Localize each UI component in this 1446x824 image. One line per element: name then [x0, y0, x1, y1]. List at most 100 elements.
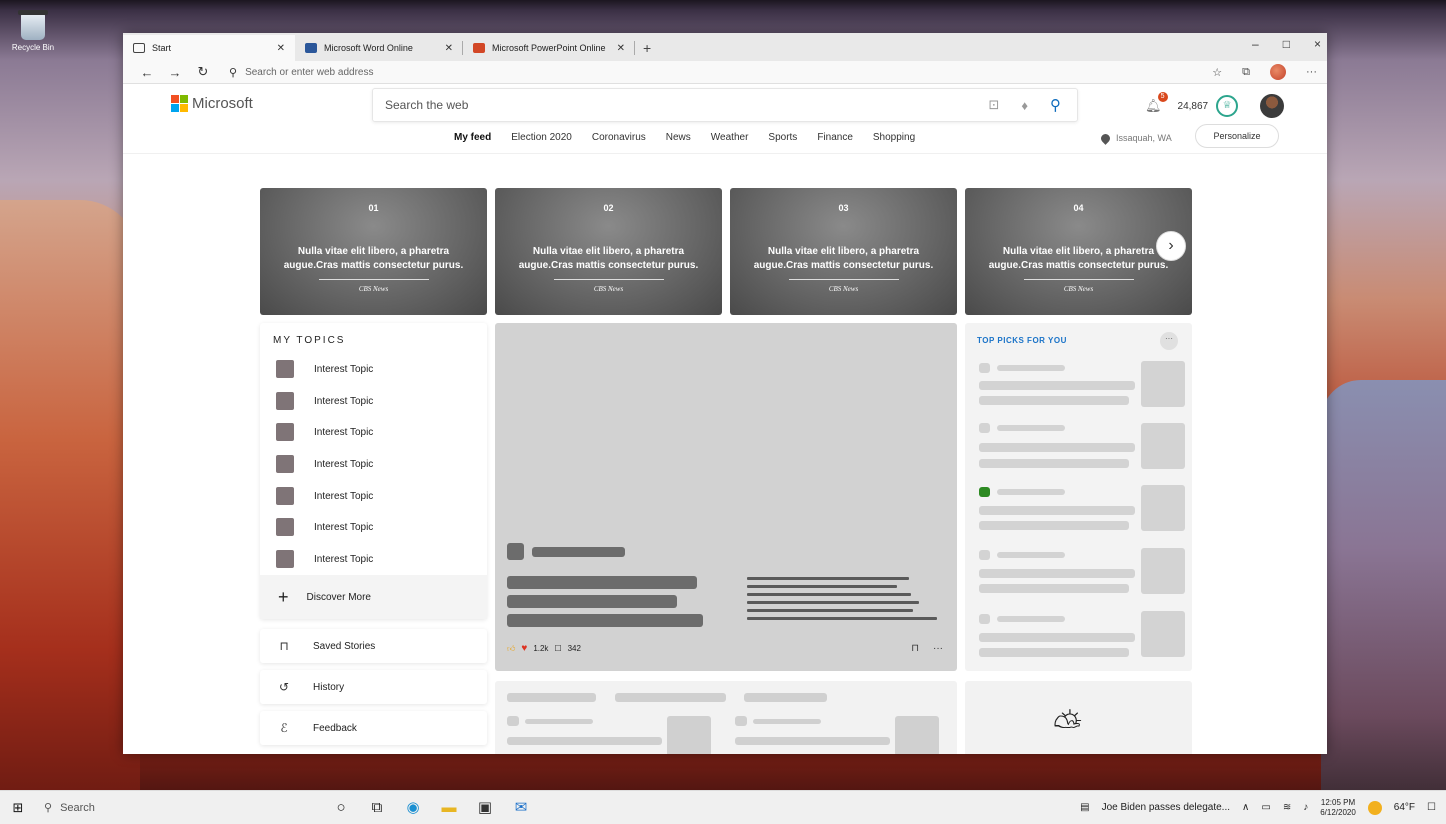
maximize-button[interactable]: □: [1283, 37, 1290, 51]
card-number: 01: [368, 203, 379, 213]
hero-article-card[interactable]: 👍︎ ♥ 1.2k ☐ 342 ⊓ ···: [495, 323, 957, 671]
volume-icon[interactable]: ♪: [1303, 802, 1308, 813]
temperature-label[interactable]: 64°F: [1394, 802, 1415, 813]
search-icon[interactable]: ⚲: [1050, 96, 1061, 114]
carousel-card[interactable]: 02 Nulla vitae elit libero, a pharetra a…: [495, 188, 722, 315]
profile-icon[interactable]: [1270, 64, 1286, 80]
chevron-up-icon[interactable]: ∧: [1242, 802, 1249, 813]
close-icon[interactable]: ✕: [617, 43, 625, 54]
topic-label: Interest Topic: [314, 521, 374, 533]
topic-thumbnail: [276, 487, 294, 505]
close-icon[interactable]: ✕: [445, 43, 453, 54]
topic-label: Interest Topic: [314, 395, 374, 407]
address-input[interactable]: ⚲ Search or enter web address: [229, 66, 373, 79]
microsoft-logo-icon: [171, 95, 188, 112]
saved-stories-button[interactable]: ⊓ Saved Stories: [260, 629, 487, 663]
more-menu-icon[interactable]: ···: [1306, 66, 1317, 78]
nav-item-weather[interactable]: Weather: [711, 132, 749, 143]
tab-start[interactable]: Start ✕: [123, 35, 295, 61]
topic-item[interactable]: Interest Topic: [276, 487, 373, 505]
more-options-icon[interactable]: ···: [1160, 332, 1178, 350]
action-center-icon[interactable]: ☐: [1427, 802, 1436, 813]
web-search-input[interactable]: Search the web ⊡ ♦ ⚲: [372, 88, 1078, 122]
windows-start-icon[interactable]: ⊞: [0, 800, 36, 816]
reaction-count: 1.2k: [533, 644, 549, 653]
tab-word[interactable]: Microsoft Word Online ✕: [295, 35, 463, 61]
feedback-button[interactable]: ℰ Feedback: [260, 711, 487, 745]
cortana-icon[interactable]: ○: [332, 799, 350, 817]
topic-thumbnail: [276, 423, 294, 441]
avatar[interactable]: [1260, 94, 1285, 118]
file-explorer-icon[interactable]: ▬: [440, 799, 458, 817]
topic-item[interactable]: Interest Topic: [276, 423, 373, 441]
search-icon: ⚲: [229, 66, 238, 79]
window-controls: – □ ×: [1252, 37, 1321, 51]
article-card-placeholder[interactable]: [495, 681, 957, 754]
nav-item-my-feed[interactable]: My feed: [454, 132, 491, 143]
hero-actions: ⊓ ···: [911, 643, 943, 654]
history-button[interactable]: ↺ History: [260, 670, 487, 704]
clock[interactable]: 12:05 PM 6/12/2020: [1320, 798, 1356, 818]
store-icon[interactable]: ▣: [476, 799, 494, 817]
carousel-card[interactable]: 01 Nulla vitae elit libero, a pharetra a…: [260, 188, 487, 315]
thumbs-up-icon[interactable]: 👍︎: [507, 644, 515, 654]
microphone-icon[interactable]: ♦: [1021, 98, 1028, 113]
nav-item-election[interactable]: Election 2020: [511, 132, 572, 143]
topic-item[interactable]: Interest Topic: [276, 455, 373, 473]
topic-item[interactable]: Interest Topic: [276, 550, 373, 568]
recycle-bin[interactable]: Recycle Bin: [6, 10, 60, 52]
topic-item[interactable]: Interest Topic: [276, 360, 373, 378]
task-view-icon[interactable]: ⧉: [368, 799, 386, 817]
visual-search-icon[interactable]: ⊡: [988, 97, 999, 113]
minimize-button[interactable]: –: [1252, 37, 1259, 51]
topic-thumbnail: [276, 360, 294, 378]
my-topics-panel: MY TOPICS Interest Topic Interest Topic …: [260, 323, 487, 619]
pick-title-placeholder: [979, 506, 1135, 515]
news-ticker[interactable]: Joe Biden passes delegate...: [1102, 802, 1230, 813]
battery-icon[interactable]: ▭: [1261, 802, 1270, 813]
nav-item-sports[interactable]: Sports: [768, 132, 797, 143]
close-window-button[interactable]: ×: [1314, 37, 1321, 51]
comment-icon[interactable]: ☐: [554, 644, 561, 653]
personalize-button[interactable]: Personalize: [1195, 124, 1279, 148]
placeholder-bar: [753, 719, 821, 724]
weather-sun-icon[interactable]: [1367, 800, 1382, 815]
refresh-icon[interactable]: ↻: [189, 64, 217, 80]
forward-arrow-icon[interactable]: →: [161, 65, 189, 80]
topic-item[interactable]: Interest Topic: [276, 392, 373, 410]
summary-placeholder: [747, 601, 919, 604]
location[interactable]: Issaquah, WA: [1099, 131, 1172, 145]
headline-placeholder: [507, 595, 677, 608]
placeholder-bar: [735, 716, 747, 726]
favorite-star-icon[interactable]: ☆: [1212, 66, 1222, 79]
tab-powerpoint[interactable]: Microsoft PowerPoint Online ✕: [463, 35, 635, 61]
more-options-icon[interactable]: ···: [933, 643, 943, 654]
wifi-icon[interactable]: ≋: [1283, 802, 1291, 813]
topic-thumbnail: [276, 455, 294, 473]
edge-icon[interactable]: ◉: [404, 799, 422, 817]
taskbar-search-input[interactable]: ⚲ Search: [36, 801, 290, 815]
rewards-points[interactable]: 24,867: [1178, 101, 1209, 112]
carousel-next-chevron-icon[interactable]: ›: [1156, 231, 1186, 261]
topic-item[interactable]: Interest Topic: [276, 518, 373, 536]
discover-more-button[interactable]: + Discover More: [260, 575, 487, 619]
heart-icon[interactable]: ♥: [521, 643, 527, 654]
date-label: 6/12/2020: [1320, 807, 1356, 817]
nav-item-news[interactable]: News: [666, 132, 691, 143]
microsoft-logo[interactable]: Microsoft: [171, 95, 253, 112]
notifications-bell-icon[interactable]: 🔔︎ 5: [1145, 92, 1168, 114]
pick-icon-placeholder: [979, 423, 990, 433]
new-tab-button[interactable]: +: [635, 40, 659, 61]
mail-icon[interactable]: ✉: [512, 799, 530, 817]
rewards-trophy-icon[interactable]: ♕: [1216, 95, 1239, 117]
collections-icon[interactable]: ⧉: [1242, 66, 1250, 79]
nav-item-finance[interactable]: Finance: [817, 132, 853, 143]
bookmark-icon[interactable]: ⊓: [911, 643, 919, 654]
back-arrow-icon[interactable]: ←: [133, 65, 161, 80]
weather-card[interactable]: ⛅︎: [965, 681, 1192, 754]
news-icon[interactable]: ▤: [1080, 802, 1089, 813]
close-icon[interactable]: ✕: [277, 43, 285, 54]
carousel-card[interactable]: 03 Nulla vitae elit libero, a pharetra a…: [730, 188, 957, 315]
nav-item-shopping[interactable]: Shopping: [873, 132, 915, 143]
nav-item-coronavirus[interactable]: Coronavirus: [592, 132, 646, 143]
